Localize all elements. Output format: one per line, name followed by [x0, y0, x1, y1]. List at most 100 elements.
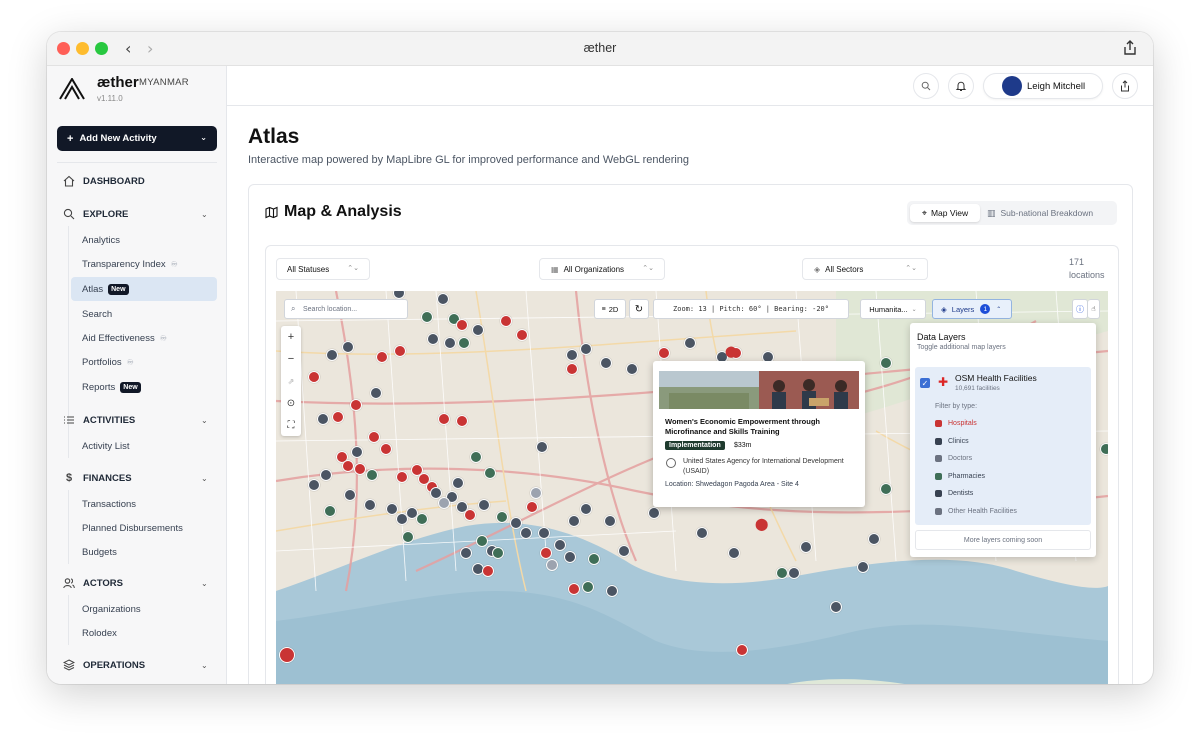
map-marker[interactable] [500, 315, 512, 327]
map-marker[interactable] [648, 507, 660, 519]
sidebar-item-reports[interactable]: Reports New [71, 376, 217, 398]
map-marker[interactable] [342, 460, 354, 472]
map-marker[interactable] [438, 413, 450, 425]
map-marker[interactable] [696, 527, 708, 539]
map-marker[interactable] [350, 399, 362, 411]
filter-type-pharmacies[interactable]: Pharmacies [935, 473, 985, 480]
sidebar-section-explore[interactable]: EXPLORE [63, 208, 128, 220]
locate-icon[interactable]: ⊙ [281, 392, 301, 414]
map-marker[interactable] [320, 469, 332, 481]
share-icon[interactable] [1121, 39, 1139, 57]
sidebar-section-activities[interactable]: ACTIVITIES [63, 414, 135, 426]
map-marker[interactable] [484, 467, 496, 479]
sidebar-section-operations[interactable]: OPERATIONS [63, 659, 145, 671]
reset-view-button[interactable]: ↻ [629, 299, 649, 319]
map-marker[interactable] [354, 463, 366, 475]
map-marker[interactable] [566, 363, 578, 375]
map-marker[interactable] [516, 329, 528, 341]
share-button[interactable] [1112, 73, 1138, 99]
map-marker[interactable] [580, 343, 592, 355]
map-marker[interactable] [456, 415, 468, 427]
organizations-filter[interactable]: ▦ All Organizations ⌃⌄ [539, 258, 665, 280]
map-marker[interactable] [376, 351, 388, 363]
info-button[interactable]: ⓘ [1072, 299, 1088, 319]
map-marker[interactable] [344, 489, 356, 501]
sidebar-item-rolodex[interactable]: Rolodex [71, 622, 217, 644]
map-marker[interactable] [368, 431, 380, 443]
map-marker[interactable] [604, 515, 616, 527]
map-marker[interactable] [564, 551, 576, 563]
sidebar-item-budgets[interactable]: Budgets [71, 541, 217, 563]
map-marker[interactable] [351, 446, 363, 458]
map-marker[interactable] [444, 337, 456, 349]
map-marker[interactable] [317, 413, 329, 425]
map-canvas[interactable]: ⌕ Search location... + − ⇗ ⊙ ⛶ ≡ 2D ↻ Zo… [276, 291, 1108, 684]
pointer-tool-button[interactable]: ☝ [1088, 299, 1100, 319]
map-marker[interactable] [520, 527, 532, 539]
map-marker[interactable] [460, 547, 472, 559]
sidebar-section-actors[interactable]: ACTORS [63, 577, 123, 589]
sidebar-item-transparency-index[interactable]: Transparency Index ♾ [71, 253, 217, 275]
map-marker[interactable] [386, 503, 398, 515]
map-pin-icon[interactable]: ⬤ [725, 345, 737, 358]
map-marker[interactable] [496, 511, 508, 523]
map-marker[interactable] [600, 357, 612, 369]
compass-icon[interactable]: ⇗ [281, 370, 301, 392]
layer-checkbox[interactable]: ✓ [920, 378, 930, 388]
filter-type-doctors[interactable]: Doctors [935, 455, 972, 462]
chevron-down-icon[interactable]: ⌄ [201, 210, 208, 219]
map-marker[interactable] [464, 509, 476, 521]
map-marker[interactable] [880, 357, 892, 369]
map-marker[interactable] [526, 501, 538, 513]
map-marker[interactable] [830, 601, 842, 613]
sidebar-item-organizations[interactable]: Organizations [71, 598, 217, 620]
map-style-select[interactable]: Humanita... ⌄ [860, 299, 926, 319]
search-button[interactable] [913, 73, 939, 99]
sidebar-item-dashboard[interactable]: DASHBOARD [63, 175, 145, 187]
map-marker[interactable] [427, 333, 439, 345]
map-search-input[interactable]: ⌕ Search location... [284, 299, 408, 319]
sidebar-section-finances[interactable]: $ FINANCES [63, 472, 132, 484]
chevron-down-icon[interactable]: ⌄ [201, 474, 208, 483]
sidebar-item-planned-disbursements[interactable]: Planned Disbursements [71, 517, 217, 539]
map-marker[interactable] [606, 585, 618, 597]
sidebar-item-transactions[interactable]: Transactions [71, 493, 217, 515]
layer-item-osm-health[interactable]: ✓ ✚ OSM Health Facilities 10,691 facilit… [915, 367, 1091, 525]
map-marker[interactable] [421, 311, 433, 323]
map-marker[interactable] [380, 443, 392, 455]
filter-type-dentists[interactable]: Dentists [935, 490, 973, 497]
filter-type-other[interactable]: Other Health Facilities [935, 508, 1017, 515]
map-marker[interactable] [728, 547, 740, 559]
filter-type-hospitals[interactable]: Hospitals [935, 420, 977, 427]
status-filter[interactable]: All Statuses ⌃⌄ [276, 258, 370, 280]
sidebar-item-atlas[interactable]: Atlas New [71, 277, 217, 301]
tab-map-view[interactable]: ⌖ Map View [910, 204, 980, 222]
map-marker[interactable] [456, 319, 468, 331]
map-marker[interactable] [684, 337, 696, 349]
chevron-down-icon[interactable]: ⌄ [201, 416, 208, 425]
zoom-out-button[interactable]: − [281, 348, 301, 370]
zoom-in-button[interactable]: + [281, 326, 301, 348]
map-marker[interactable] [540, 547, 552, 559]
map-marker[interactable] [394, 345, 406, 357]
sidebar-item-search[interactable]: Search [71, 303, 217, 325]
tab-sub-national-breakdown[interactable]: ▥ Sub-national Breakdown [987, 204, 1093, 222]
map-marker[interactable] [438, 497, 450, 509]
sectors-filter[interactable]: ◈ All Sectors ⌃⌄ [802, 258, 928, 280]
map-marker[interactable] [536, 441, 548, 453]
map-marker[interactable] [510, 517, 522, 529]
notifications-button[interactable] [948, 73, 974, 99]
map-marker[interactable] [492, 547, 504, 559]
map-marker[interactable] [472, 324, 484, 336]
filter-type-clinics[interactable]: Clinics [935, 438, 969, 445]
map-marker[interactable] [396, 513, 408, 525]
map-marker[interactable] [857, 561, 869, 573]
add-new-activity-button[interactable]: + Add New Activity ⌄ [57, 126, 217, 151]
map-marker[interactable] [538, 527, 550, 539]
map-marker[interactable] [366, 469, 378, 481]
chevron-down-icon[interactable]: ⌄ [201, 661, 208, 670]
map-marker[interactable] [342, 341, 354, 353]
sidebar-item-aid-effectiveness[interactable]: Aid Effectiveness ♾ [71, 327, 217, 349]
map-marker[interactable] [566, 349, 578, 361]
map-marker[interactable] [476, 535, 488, 547]
